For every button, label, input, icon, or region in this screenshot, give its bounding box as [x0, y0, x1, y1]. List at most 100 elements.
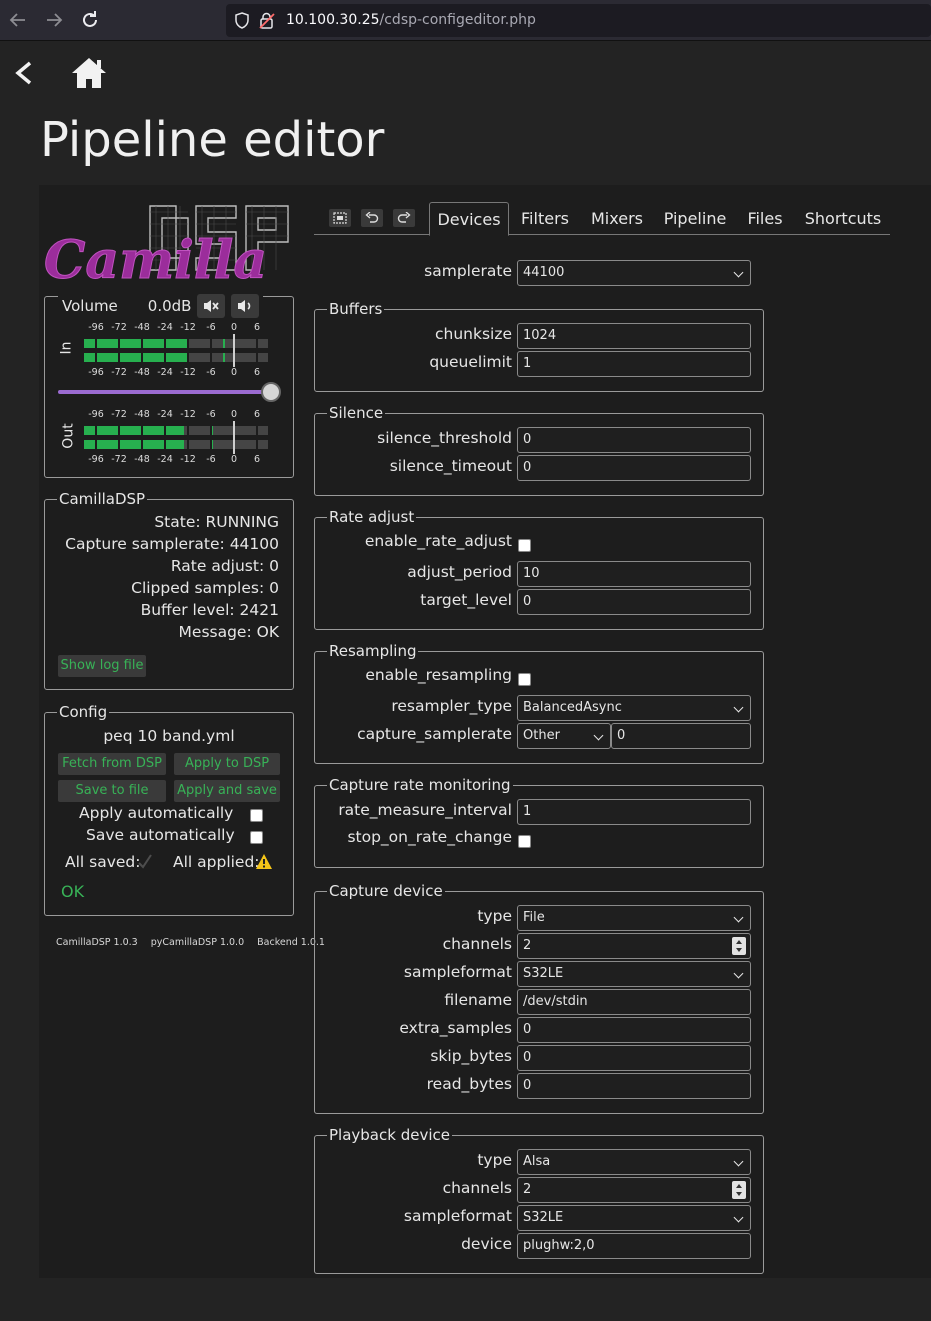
- status-key: Capture samplerate:: [65, 535, 230, 553]
- tab-shortcuts[interactable]: Shortcuts: [802, 202, 884, 236]
- fullscreen-icon: [333, 212, 347, 224]
- meter-zero-marker: [233, 435, 235, 454]
- playback-channels-stepper[interactable]: [732, 1181, 746, 1199]
- page-title: Pipeline editor: [40, 112, 385, 168]
- read-bytes-label: read_bytes: [426, 1075, 512, 1093]
- playback-device-input[interactable]: plughw:2,0: [517, 1233, 751, 1259]
- playback-sampleformat-label: sampleformat: [403, 1207, 512, 1225]
- url-host: 10.100.30.25: [286, 12, 380, 28]
- status-key: Clipped samples:: [131, 579, 270, 597]
- browser-reload-icon[interactable]: [78, 8, 102, 32]
- scale-label: -96: [88, 367, 104, 378]
- meter-tick: [187, 426, 189, 435]
- apply-to-dsp-button[interactable]: Apply to DSP: [174, 753, 280, 775]
- tab-devices[interactable]: Devices: [429, 202, 509, 236]
- fullscreen-button[interactable]: [329, 209, 351, 227]
- redo-button[interactable]: [393, 209, 415, 227]
- tab-files[interactable]: Files: [742, 202, 788, 236]
- save-to-file-button[interactable]: Save to file: [58, 780, 166, 802]
- meter-level-bar: [84, 353, 188, 362]
- scale-label: -24: [157, 454, 173, 465]
- scale-label: -24: [157, 367, 173, 378]
- scale-label: -12: [180, 454, 196, 465]
- unmute-button[interactable]: [231, 294, 260, 318]
- undo-button[interactable]: [361, 209, 383, 227]
- meter-tick: [118, 440, 120, 449]
- target-level-input[interactable]: 0: [517, 589, 751, 615]
- status-legend: CamillaDSP: [59, 490, 146, 508]
- tab-filters[interactable]: Filters: [514, 202, 576, 236]
- rate-adjust-legend: Rate adjust: [329, 508, 415, 526]
- silence-timeout-input[interactable]: 0: [517, 455, 751, 481]
- meter-tick: [141, 339, 143, 348]
- scale-label: -6: [206, 322, 216, 333]
- meter-tick: [210, 440, 212, 449]
- tab-pipeline[interactable]: Pipeline: [661, 202, 729, 236]
- capture-samplerate-input[interactable]: 0: [611, 723, 751, 749]
- show-log-button[interactable]: Show log file: [58, 655, 146, 677]
- silence-threshold-input[interactable]: 0: [517, 427, 751, 453]
- resampler-type-select[interactable]: BalancedAsync: [517, 695, 751, 721]
- meter-zero-marker: [233, 348, 235, 367]
- browser-back-icon[interactable]: [6, 8, 30, 32]
- silence-timeout-label: silence_timeout: [389, 457, 512, 475]
- capture-type-label: type: [477, 907, 512, 925]
- capture-channels-value: 2: [523, 938, 532, 953]
- samplerate-select[interactable]: 44100: [517, 260, 751, 286]
- address-bar[interactable]: 10.100.30.25/cdsp-configeditor.php: [226, 4, 931, 37]
- scale-label: -96: [88, 409, 104, 420]
- chunksize-input[interactable]: 1024: [517, 323, 751, 349]
- volume-header: Volume 0.0dB: [58, 294, 264, 318]
- stop-on-rate-change-checkbox[interactable]: [518, 835, 531, 848]
- scale-label: -12: [180, 409, 196, 420]
- capture-samplerate-label: capture_samplerate: [357, 725, 512, 743]
- capture-channels-stepper[interactable]: [732, 937, 746, 955]
- scale-label: -72: [111, 367, 127, 378]
- meter-tick: [164, 426, 166, 435]
- fetch-from-dsp-button[interactable]: Fetch from DSP: [58, 753, 166, 775]
- tab-mixers[interactable]: Mixers: [586, 202, 648, 236]
- enable-rate-adjust-checkbox[interactable]: [518, 539, 531, 552]
- enable-resampling-checkbox[interactable]: [518, 673, 531, 686]
- browser-forward-icon[interactable]: [42, 8, 66, 32]
- adjust-period-input[interactable]: 10: [517, 561, 751, 587]
- extra-samples-input[interactable]: 0: [517, 1017, 751, 1043]
- status-value: 0: [269, 557, 279, 575]
- shield-icon[interactable]: [234, 12, 250, 29]
- volume-slider[interactable]: [58, 382, 281, 402]
- capture-samplerate-select[interactable]: Other: [517, 723, 611, 749]
- scale-label: -48: [134, 454, 150, 465]
- meter-tick: [95, 339, 97, 348]
- url-text: 10.100.30.25/cdsp-configeditor.php: [286, 12, 536, 28]
- capture-type-select[interactable]: File: [517, 905, 751, 931]
- queuelimit-input[interactable]: 1: [517, 351, 751, 377]
- read-bytes-input[interactable]: 0: [517, 1073, 751, 1099]
- scale-label: -12: [180, 367, 196, 378]
- rate-measure-interval-input[interactable]: 1: [517, 799, 751, 825]
- playback-channels-input[interactable]: 2: [517, 1177, 751, 1203]
- volume-slider-track[interactable]: [58, 390, 270, 394]
- back-icon[interactable]: [12, 57, 36, 89]
- skip-bytes-input[interactable]: 0: [517, 1045, 751, 1071]
- save-automatically-checkbox[interactable]: [250, 831, 263, 844]
- meter-tick: [141, 353, 143, 362]
- config-legend: Config: [59, 703, 108, 721]
- status-key: State:: [154, 513, 206, 531]
- scale-label: -6: [206, 409, 216, 420]
- volume-slider-handle[interactable]: [261, 382, 281, 402]
- meter-tick: [256, 440, 258, 449]
- capture-sampleformat-select[interactable]: S32LE: [517, 961, 751, 987]
- volume-label: Volume: [62, 297, 118, 315]
- apply-automatically-checkbox[interactable]: [250, 809, 263, 822]
- playback-type-select[interactable]: Alsa: [517, 1149, 751, 1175]
- playback-sampleformat-select[interactable]: S32LE: [517, 1205, 751, 1231]
- capture-filename-input[interactable]: /dev/stdin: [517, 989, 751, 1015]
- capture-channels-input[interactable]: 2: [517, 933, 751, 959]
- top-nav: [0, 41, 931, 105]
- apply-automatically-label: Apply automatically: [79, 804, 234, 822]
- camilladsp-logo: Camilla: [44, 205, 289, 286]
- insecure-lock-icon[interactable]: [259, 12, 275, 29]
- mute-button[interactable]: [197, 294, 226, 318]
- home-icon[interactable]: [70, 55, 108, 91]
- apply-and-save-button[interactable]: Apply and save: [174, 780, 280, 802]
